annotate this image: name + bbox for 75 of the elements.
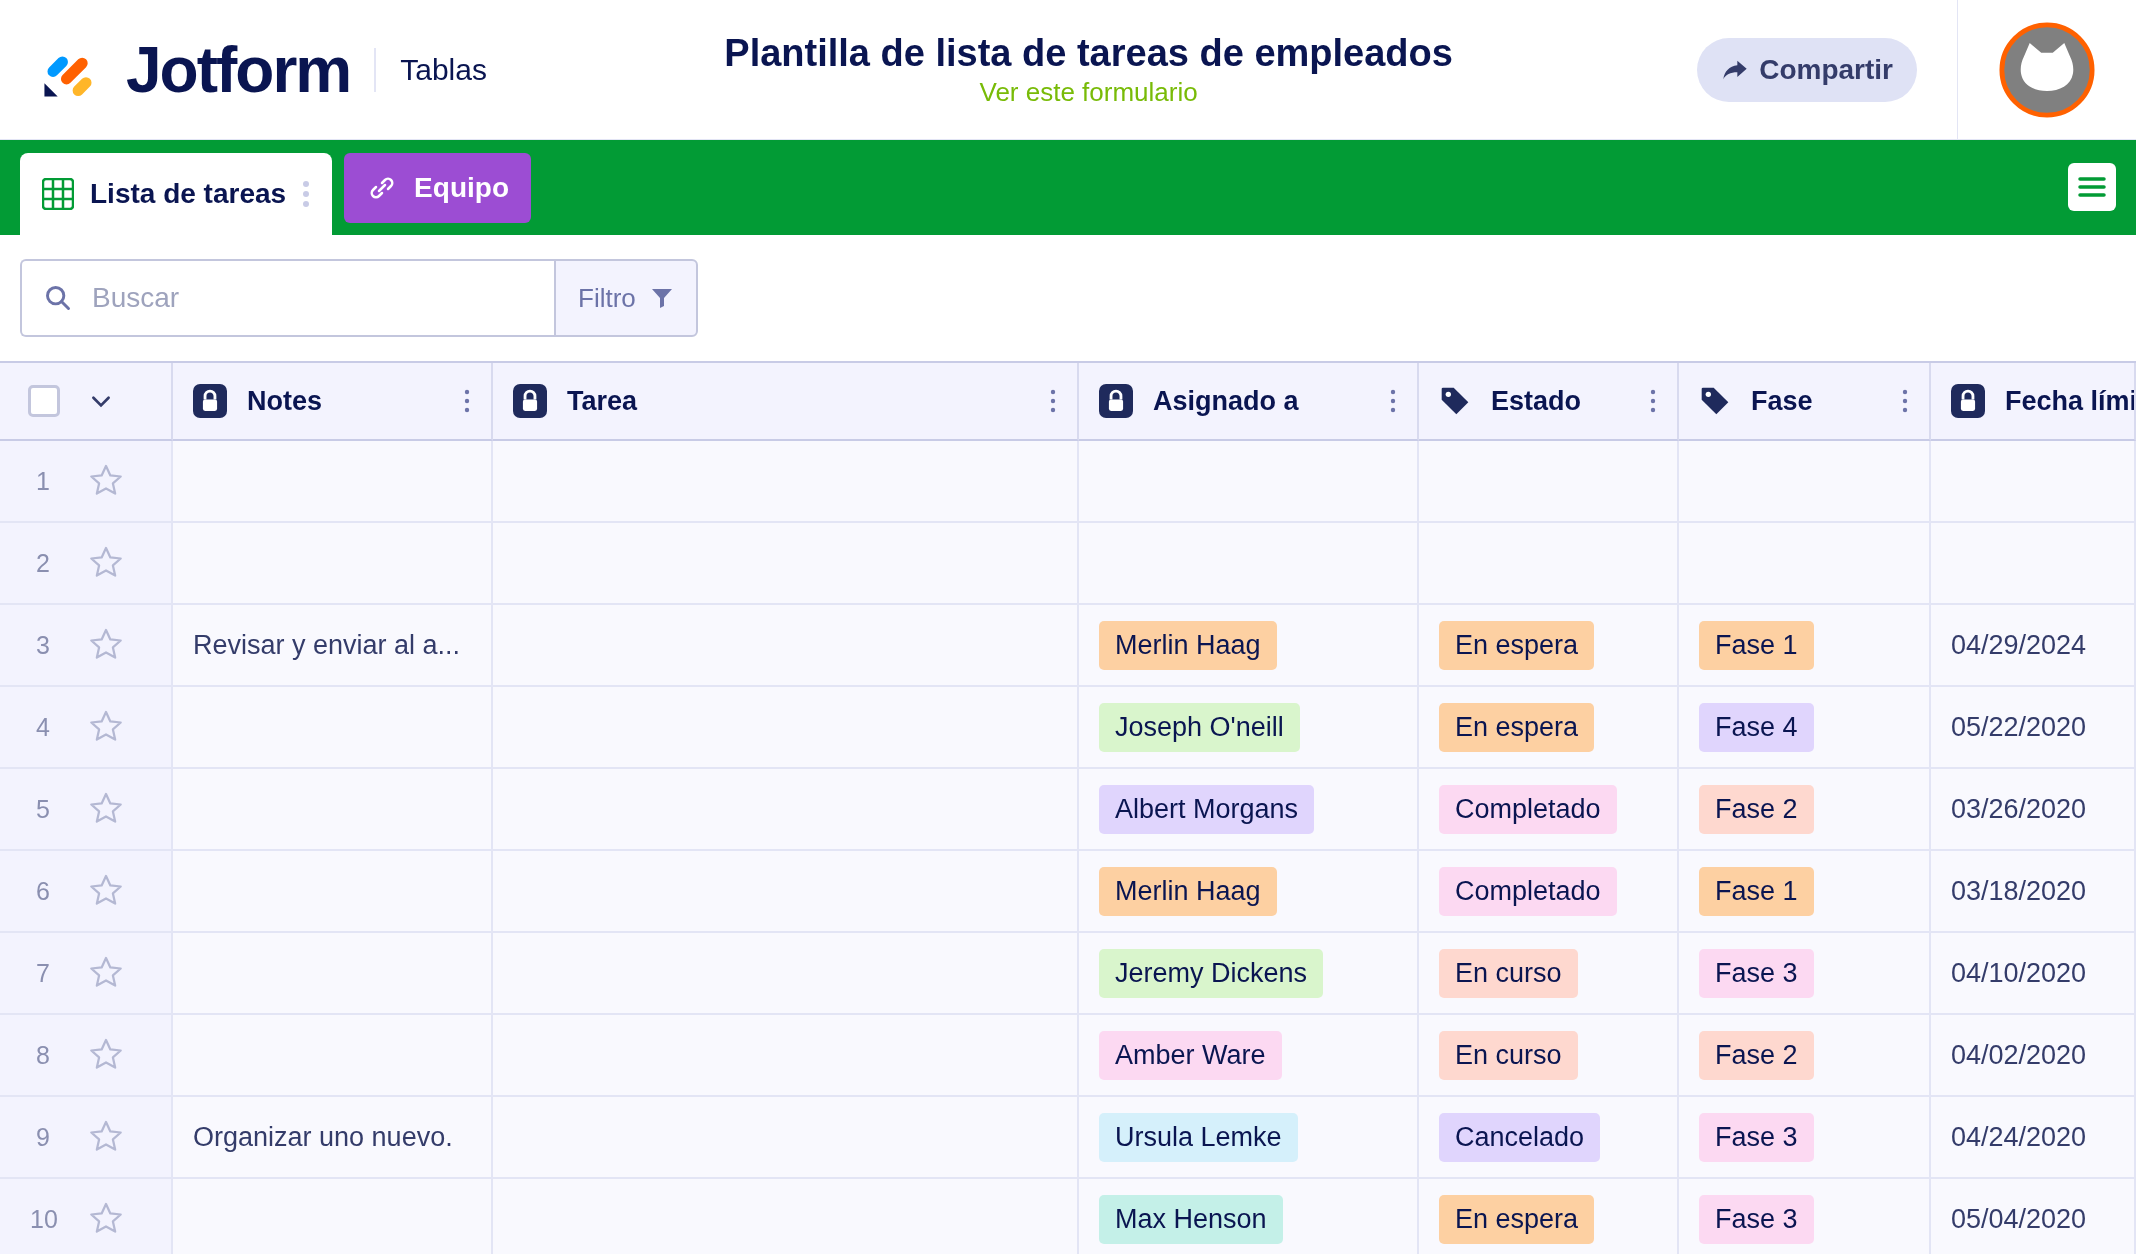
phase-tag: Fase 1: [1699, 620, 1814, 670]
status-tag: En espera: [1439, 702, 1595, 752]
lock-icon: [193, 384, 227, 418]
table-cell: 03/26/2020: [1931, 769, 2136, 851]
row-number: 8: [35, 1040, 51, 1070]
funnel-icon: [649, 286, 674, 310]
table-cell: 04/29/2024: [1931, 605, 2136, 687]
row-number: 3: [35, 630, 51, 660]
assignee-tag: Jeremy Dickens: [1099, 948, 1324, 998]
share-button[interactable]: Compartir: [1697, 37, 1917, 102]
form-title: Plantilla de lista de tareas de empleados: [724, 31, 1453, 75]
column-menu-icon: [1049, 387, 1057, 415]
tag-icon: [1699, 385, 1731, 417]
column-menu-icon: [463, 387, 471, 415]
status-tag: Completado: [1439, 866, 1617, 916]
lock-icon: [1099, 384, 1133, 418]
table-cell: Revisar y enviar al a...: [173, 605, 493, 687]
column-title: Estado: [1491, 385, 1583, 417]
lock-icon: [513, 384, 547, 418]
assignee-tag: Joseph O'neill: [1099, 702, 1300, 752]
table-cell: 04/02/2020: [1931, 1015, 2136, 1097]
search-icon: [44, 284, 72, 312]
phase-tag: Fase 1: [1699, 866, 1814, 916]
lock-icon: [1951, 384, 1985, 418]
section-label: Tablas: [400, 52, 487, 87]
menu-button[interactable]: [2068, 163, 2116, 211]
status-tag: En espera: [1439, 620, 1595, 670]
status-tag: En curso: [1439, 1030, 1578, 1080]
grid-icon: [42, 178, 74, 210]
avatar-icon: [1999, 21, 2095, 118]
row-number: 5: [35, 794, 51, 824]
row-number: 2: [35, 548, 51, 578]
assignee-tag: Merlin Haag: [1099, 866, 1277, 916]
brand-name: Jotform: [126, 32, 351, 107]
search-field[interactable]: Buscar: [20, 259, 554, 337]
column-menu-icon: [1649, 387, 1657, 415]
column-menu-icon: [1901, 387, 1909, 415]
tab[interactable]: Equipo: [344, 153, 531, 223]
assignee-tag: Max Henson: [1099, 1194, 1283, 1244]
status-tag: En espera: [1439, 1194, 1595, 1244]
row-number: 6: [35, 876, 51, 906]
row-number: 7: [35, 958, 51, 988]
assignee-tag: Albert Morgans: [1099, 784, 1315, 834]
column-title: Tarea: [567, 385, 639, 417]
row-number: 9: [35, 1122, 51, 1152]
assignee-tag: Merlin Haag: [1099, 620, 1277, 670]
tab[interactable]: Lista de tareas: [20, 153, 333, 235]
phase-tag: Fase 3: [1699, 1112, 1814, 1162]
select-all-checkbox[interactable]: [28, 385, 60, 417]
filter-button[interactable]: Filtro: [554, 259, 698, 337]
status-tag: Completado: [1439, 784, 1617, 834]
table-cell: 05/22/2020: [1931, 687, 2136, 769]
tag-icon: [1439, 385, 1471, 417]
table-cell: 04/24/2020: [1931, 1097, 2136, 1179]
phase-tag: Fase 2: [1699, 1030, 1814, 1080]
phase-tag: Fase 2: [1699, 784, 1814, 834]
table-cell: Organizar uno nuevo.: [173, 1097, 493, 1179]
column-title: Notes: [247, 385, 323, 417]
assignee-tag: Ursula Lemke: [1099, 1112, 1298, 1162]
assignee-tag: Amber Ware: [1099, 1030, 1282, 1080]
column-title: Fase: [1751, 385, 1814, 417]
row-number: 1: [35, 466, 51, 496]
row-number: 4: [35, 712, 51, 742]
status-tag: Cancelado: [1439, 1112, 1601, 1162]
column-menu-icon: [1389, 387, 1397, 415]
row-number: 10: [30, 1204, 56, 1234]
phase-tag: Fase 3: [1699, 1194, 1814, 1244]
table-cell: 05/04/2020: [1931, 1179, 2136, 1254]
table-cell: 04/10/2020: [1931, 933, 2136, 1015]
phase-tag: Fase 3: [1699, 948, 1814, 998]
status-tag: En curso: [1439, 948, 1578, 998]
phase-tag: Fase 4: [1699, 702, 1814, 752]
table-cell: 03/18/2020: [1931, 851, 2136, 933]
column-title: Asignado a: [1153, 385, 1300, 417]
tab-menu-icon: [302, 180, 311, 208]
